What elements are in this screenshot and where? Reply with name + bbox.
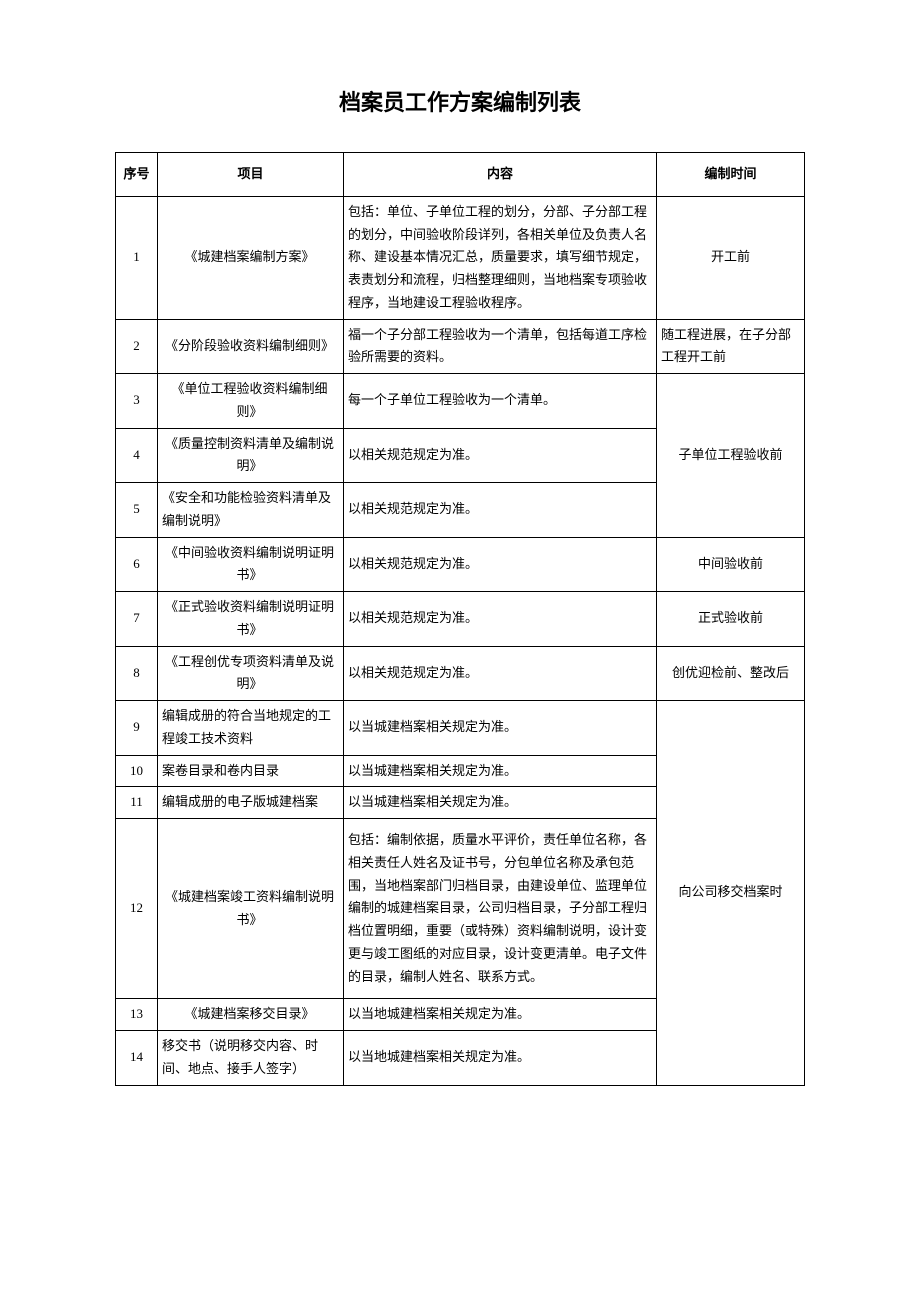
cell-seq: 6 xyxy=(116,537,158,592)
cell-content: 以相关规范规定为准。 xyxy=(344,428,657,483)
cell-seq: 3 xyxy=(116,374,158,429)
cell-content: 以当城建档案相关规定为准。 xyxy=(344,701,657,756)
cell-item: 《正式验收资料编制说明证明书》 xyxy=(158,592,344,647)
cell-seq: 12 xyxy=(116,819,158,999)
cell-item: 《城建档案编制方案》 xyxy=(158,196,344,319)
cell-time-merged: 子单位工程验收前 xyxy=(657,374,805,538)
cell-item: 编辑成册的电子版城建档案 xyxy=(158,787,344,819)
table-header-row: 序号 项目 内容 编制时间 xyxy=(116,153,805,197)
table-row: 1 《城建档案编制方案》 包括：单位、子单位工程的划分，分部、子分部工程的划分，… xyxy=(116,196,805,319)
cell-seq: 13 xyxy=(116,999,158,1031)
header-seq: 序号 xyxy=(116,153,158,197)
cell-item: 《中间验收资料编制说明证明书》 xyxy=(158,537,344,592)
cell-content: 每一个子单位工程验收为一个清单。 xyxy=(344,374,657,429)
cell-seq: 8 xyxy=(116,646,158,701)
cell-content: 以当地城建档案相关规定为准。 xyxy=(344,1031,657,1086)
cell-seq: 7 xyxy=(116,592,158,647)
cell-time: 随工程进展，在子分部工程开工前 xyxy=(657,319,805,374)
cell-content: 以当地城建档案相关规定为准。 xyxy=(344,999,657,1031)
work-plan-table: 序号 项目 内容 编制时间 1 《城建档案编制方案》 包括：单位、子单位工程的划… xyxy=(115,152,805,1086)
cell-content: 以相关规范规定为准。 xyxy=(344,483,657,538)
cell-item: 《安全和功能检验资料清单及编制说明》 xyxy=(158,483,344,538)
cell-seq: 5 xyxy=(116,483,158,538)
header-time: 编制时间 xyxy=(657,153,805,197)
cell-seq: 9 xyxy=(116,701,158,756)
cell-item: 案卷目录和卷内目录 xyxy=(158,755,344,787)
cell-content: 包括：编制依据，质量水平评价，责任单位名称，各相关责任人姓名及证书号，分包单位名… xyxy=(344,819,657,999)
cell-seq: 10 xyxy=(116,755,158,787)
cell-content: 以当城建档案相关规定为准。 xyxy=(344,755,657,787)
cell-time-merged: 向公司移交档案时 xyxy=(657,701,805,1086)
table-row: 3 《单位工程验收资料编制细则》 每一个子单位工程验收为一个清单。 子单位工程验… xyxy=(116,374,805,429)
table-row: 9 编辑成册的符合当地规定的工程竣工技术资料 以当城建档案相关规定为准。 向公司… xyxy=(116,701,805,756)
cell-item: 《城建档案竣工资料编制说明书》 xyxy=(158,819,344,999)
cell-content: 以相关规范规定为准。 xyxy=(344,537,657,592)
page-title: 档案员工作方案编制列表 xyxy=(115,85,805,117)
cell-item: 移交书（说明移交内容、时间、地点、接手人签字） xyxy=(158,1031,344,1086)
cell-seq: 11 xyxy=(116,787,158,819)
cell-time: 创优迎检前、整改后 xyxy=(657,646,805,701)
cell-seq: 1 xyxy=(116,196,158,319)
header-item: 项目 xyxy=(158,153,344,197)
cell-time: 开工前 xyxy=(657,196,805,319)
cell-content: 以相关规范规定为准。 xyxy=(344,646,657,701)
cell-item: 《单位工程验收资料编制细则》 xyxy=(158,374,344,429)
cell-item: 编辑成册的符合当地规定的工程竣工技术资料 xyxy=(158,701,344,756)
cell-time: 正式验收前 xyxy=(657,592,805,647)
cell-time: 中间验收前 xyxy=(657,537,805,592)
cell-content: 以当城建档案相关规定为准。 xyxy=(344,787,657,819)
cell-seq: 4 xyxy=(116,428,158,483)
table-row: 2 《分阶段验收资料编制细则》 福一个子分部工程验收为一个清单，包括每道工序检验… xyxy=(116,319,805,374)
cell-item: 《分阶段验收资料编制细则》 xyxy=(158,319,344,374)
cell-content: 以相关规范规定为准。 xyxy=(344,592,657,647)
cell-seq: 14 xyxy=(116,1031,158,1086)
cell-item: 《工程创优专项资料清单及说明》 xyxy=(158,646,344,701)
cell-item: 《城建档案移交目录》 xyxy=(158,999,344,1031)
table-row: 8 《工程创优专项资料清单及说明》 以相关规范规定为准。 创优迎检前、整改后 xyxy=(116,646,805,701)
cell-seq: 2 xyxy=(116,319,158,374)
table-row: 6 《中间验收资料编制说明证明书》 以相关规范规定为准。 中间验收前 xyxy=(116,537,805,592)
cell-content: 福一个子分部工程验收为一个清单，包括每道工序检验所需要的资料。 xyxy=(344,319,657,374)
cell-content: 包括：单位、子单位工程的划分，分部、子分部工程的划分，中间验收阶段详列，各相关单… xyxy=(344,196,657,319)
table-row: 7 《正式验收资料编制说明证明书》 以相关规范规定为准。 正式验收前 xyxy=(116,592,805,647)
header-content: 内容 xyxy=(344,153,657,197)
cell-item: 《质量控制资料清单及编制说明》 xyxy=(158,428,344,483)
